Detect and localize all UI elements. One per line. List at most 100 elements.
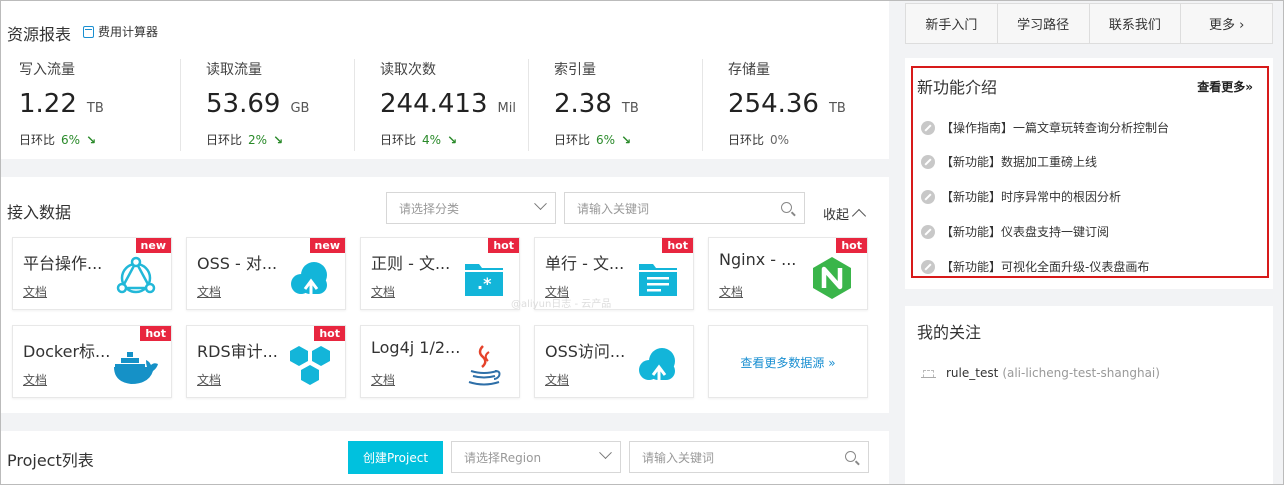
cloud-upload-icon xyxy=(639,348,675,380)
follow-item-region: (ali-licheng-test-shanghai) xyxy=(1002,366,1160,380)
source-card-title: 正则 - 文... xyxy=(371,254,451,273)
source-card-title: OSS访问... xyxy=(545,342,626,361)
metric-value: 244.413 xyxy=(380,89,488,119)
metric-label: 存储量 xyxy=(728,62,770,78)
metric-label: 写入流量 xyxy=(19,62,75,78)
hot-badge: hot xyxy=(662,238,693,253)
hot-badge: hot xyxy=(314,326,345,341)
metric-pct: 0% xyxy=(770,132,790,147)
doc-link[interactable]: 文档 xyxy=(545,371,569,388)
more-sources-card[interactable]: 查看更多数据源 » xyxy=(708,325,868,398)
doc-link[interactable]: 文档 xyxy=(23,283,47,300)
metric-read-traffic: 读取流量 53.69 GB 日环比 2% ↘ xyxy=(206,59,309,148)
region-select[interactable]: 请选择Region xyxy=(451,441,621,473)
doc-link[interactable]: 文档 xyxy=(197,371,221,388)
metric-pct: 2% xyxy=(248,132,268,147)
doc-link[interactable]: 文档 xyxy=(371,371,395,388)
source-card-oss-access[interactable]: OSS访问... 文档 xyxy=(534,325,694,398)
source-card-title: Log4j 1/2... xyxy=(371,338,461,357)
nav-contact-us[interactable]: 联系我们 xyxy=(1090,4,1182,43)
source-card-regex[interactable]: 正则 - 文... 文档 hot .* xyxy=(360,237,520,310)
region-select-placeholder: 请选择Region xyxy=(464,450,542,465)
chevron-down-icon xyxy=(534,197,547,211)
source-card-title: RDS审计... xyxy=(197,342,278,361)
nginx-icon xyxy=(813,257,851,299)
trend-down-arrow-icon: ↘ xyxy=(273,132,284,147)
svg-text:.*: .* xyxy=(477,274,492,293)
metric-pct: 6% xyxy=(596,132,616,147)
trend-down-arrow-icon: ↘ xyxy=(447,132,458,147)
hot-badge: hot xyxy=(488,238,519,253)
metric-index-volume: 索引量 2.38 TB 日环比 6% ↘ xyxy=(554,59,639,148)
source-card-title: Nginx - ... xyxy=(719,250,797,269)
cost-calculator-link[interactable]: 费用计算器 xyxy=(83,23,158,40)
source-card-oss-1[interactable]: OSS - 对... 文档 new xyxy=(186,237,346,310)
source-card-rds[interactable]: RDS审计... 文档 hot xyxy=(186,325,346,398)
source-card-log4j[interactable]: Log4j 1/2... 文档 xyxy=(360,325,520,398)
category-select-placeholder: 请选择分类 xyxy=(399,201,460,216)
nav-learning-path[interactable]: 学习路径 xyxy=(998,4,1090,43)
access-search-input[interactable]: 请输入关键词 xyxy=(564,192,805,224)
metric-unit: TB xyxy=(621,101,639,116)
folder-regex-icon: .* xyxy=(465,264,503,296)
metric-label: 读取次数 xyxy=(380,62,436,78)
hot-badge: hot xyxy=(836,238,867,253)
trend-down-arrow-icon: ↘ xyxy=(621,132,632,147)
metric-value: 2.38 xyxy=(554,89,612,119)
watermark: @aliyun日志 - 云产品 xyxy=(511,299,612,310)
data-access-title: 接入数据 xyxy=(7,203,72,222)
more-sources-link[interactable]: 查看更多数据源 » xyxy=(709,354,867,371)
highlight-box xyxy=(911,66,1269,278)
doc-link[interactable]: 文档 xyxy=(719,283,743,300)
search-icon[interactable] xyxy=(845,451,856,462)
create-project-button[interactable]: 创建Project xyxy=(348,441,443,474)
new-badge: new xyxy=(135,238,171,253)
calculator-icon xyxy=(83,25,94,38)
my-follow-panel: 我的关注 rule_test (ali-licheng-test-shangha… xyxy=(905,306,1273,484)
nav-more[interactable]: 更多 › xyxy=(1181,4,1272,43)
nav-getting-started[interactable]: 新手入门 xyxy=(906,4,998,43)
metric-unit: TB xyxy=(86,101,104,116)
project-list-panel: Project列表 创建Project 请选择Region 请输入关键词 xyxy=(1,431,889,484)
metric-unit: TB xyxy=(828,101,846,116)
divider xyxy=(702,59,703,151)
chevron-up-icon xyxy=(851,208,867,224)
project-search-input[interactable]: 请输入关键词 xyxy=(629,441,869,473)
search-icon[interactable] xyxy=(781,202,792,213)
metric-value: 1.22 xyxy=(19,89,77,119)
metric-value: 53.69 xyxy=(206,89,281,119)
hexagons-icon xyxy=(290,346,330,385)
metric-compare-label: 日环比 xyxy=(728,133,765,147)
top-nav: 新手入门 学习路径 联系我们 更多 › xyxy=(905,3,1273,44)
folder-lines-icon xyxy=(639,264,677,296)
source-card-nginx[interactable]: Nginx - ... 文档 hot xyxy=(708,237,868,310)
java-icon xyxy=(468,345,501,386)
cloud-upload-icon xyxy=(291,262,327,294)
project-icon xyxy=(921,368,936,378)
metric-unit: Mil xyxy=(497,101,516,116)
source-card-title: 单行 - 文... xyxy=(545,254,625,273)
source-card-title: Docker标... xyxy=(23,342,111,361)
divider xyxy=(180,59,181,151)
metric-pct: 6% xyxy=(61,132,81,147)
metric-compare-label: 日环比 xyxy=(206,133,243,147)
category-select[interactable]: 请选择分类 xyxy=(386,192,556,224)
trend-down-arrow-icon: ↘ xyxy=(86,132,97,147)
doc-link[interactable]: 文档 xyxy=(23,371,47,388)
metric-label: 读取流量 xyxy=(206,62,262,78)
network-icon xyxy=(116,256,156,294)
collapse-button[interactable]: 收起 xyxy=(823,204,867,224)
metric-compare-label: 日环比 xyxy=(554,133,591,147)
project-search-placeholder: 请输入关键词 xyxy=(642,450,715,465)
divider xyxy=(354,59,355,151)
doc-link[interactable]: 文档 xyxy=(371,283,395,300)
doc-link[interactable]: 文档 xyxy=(197,283,221,300)
follow-item[interactable]: rule_test (ali-licheng-test-shanghai) xyxy=(921,366,1160,380)
metric-compare-label: 日环比 xyxy=(380,133,417,147)
source-card-title: 平台操作... xyxy=(23,254,103,273)
metric-read-count: 读取次数 244.413 Mil 日环比 4% ↘ xyxy=(380,59,516,148)
source-card-docker[interactable]: Docker标... 文档 hot xyxy=(12,325,172,398)
chevron-down-icon xyxy=(599,446,612,460)
collapse-label: 收起 xyxy=(823,208,850,223)
source-card-platform-ops[interactable]: 平台操作... 文档 new xyxy=(12,237,172,310)
